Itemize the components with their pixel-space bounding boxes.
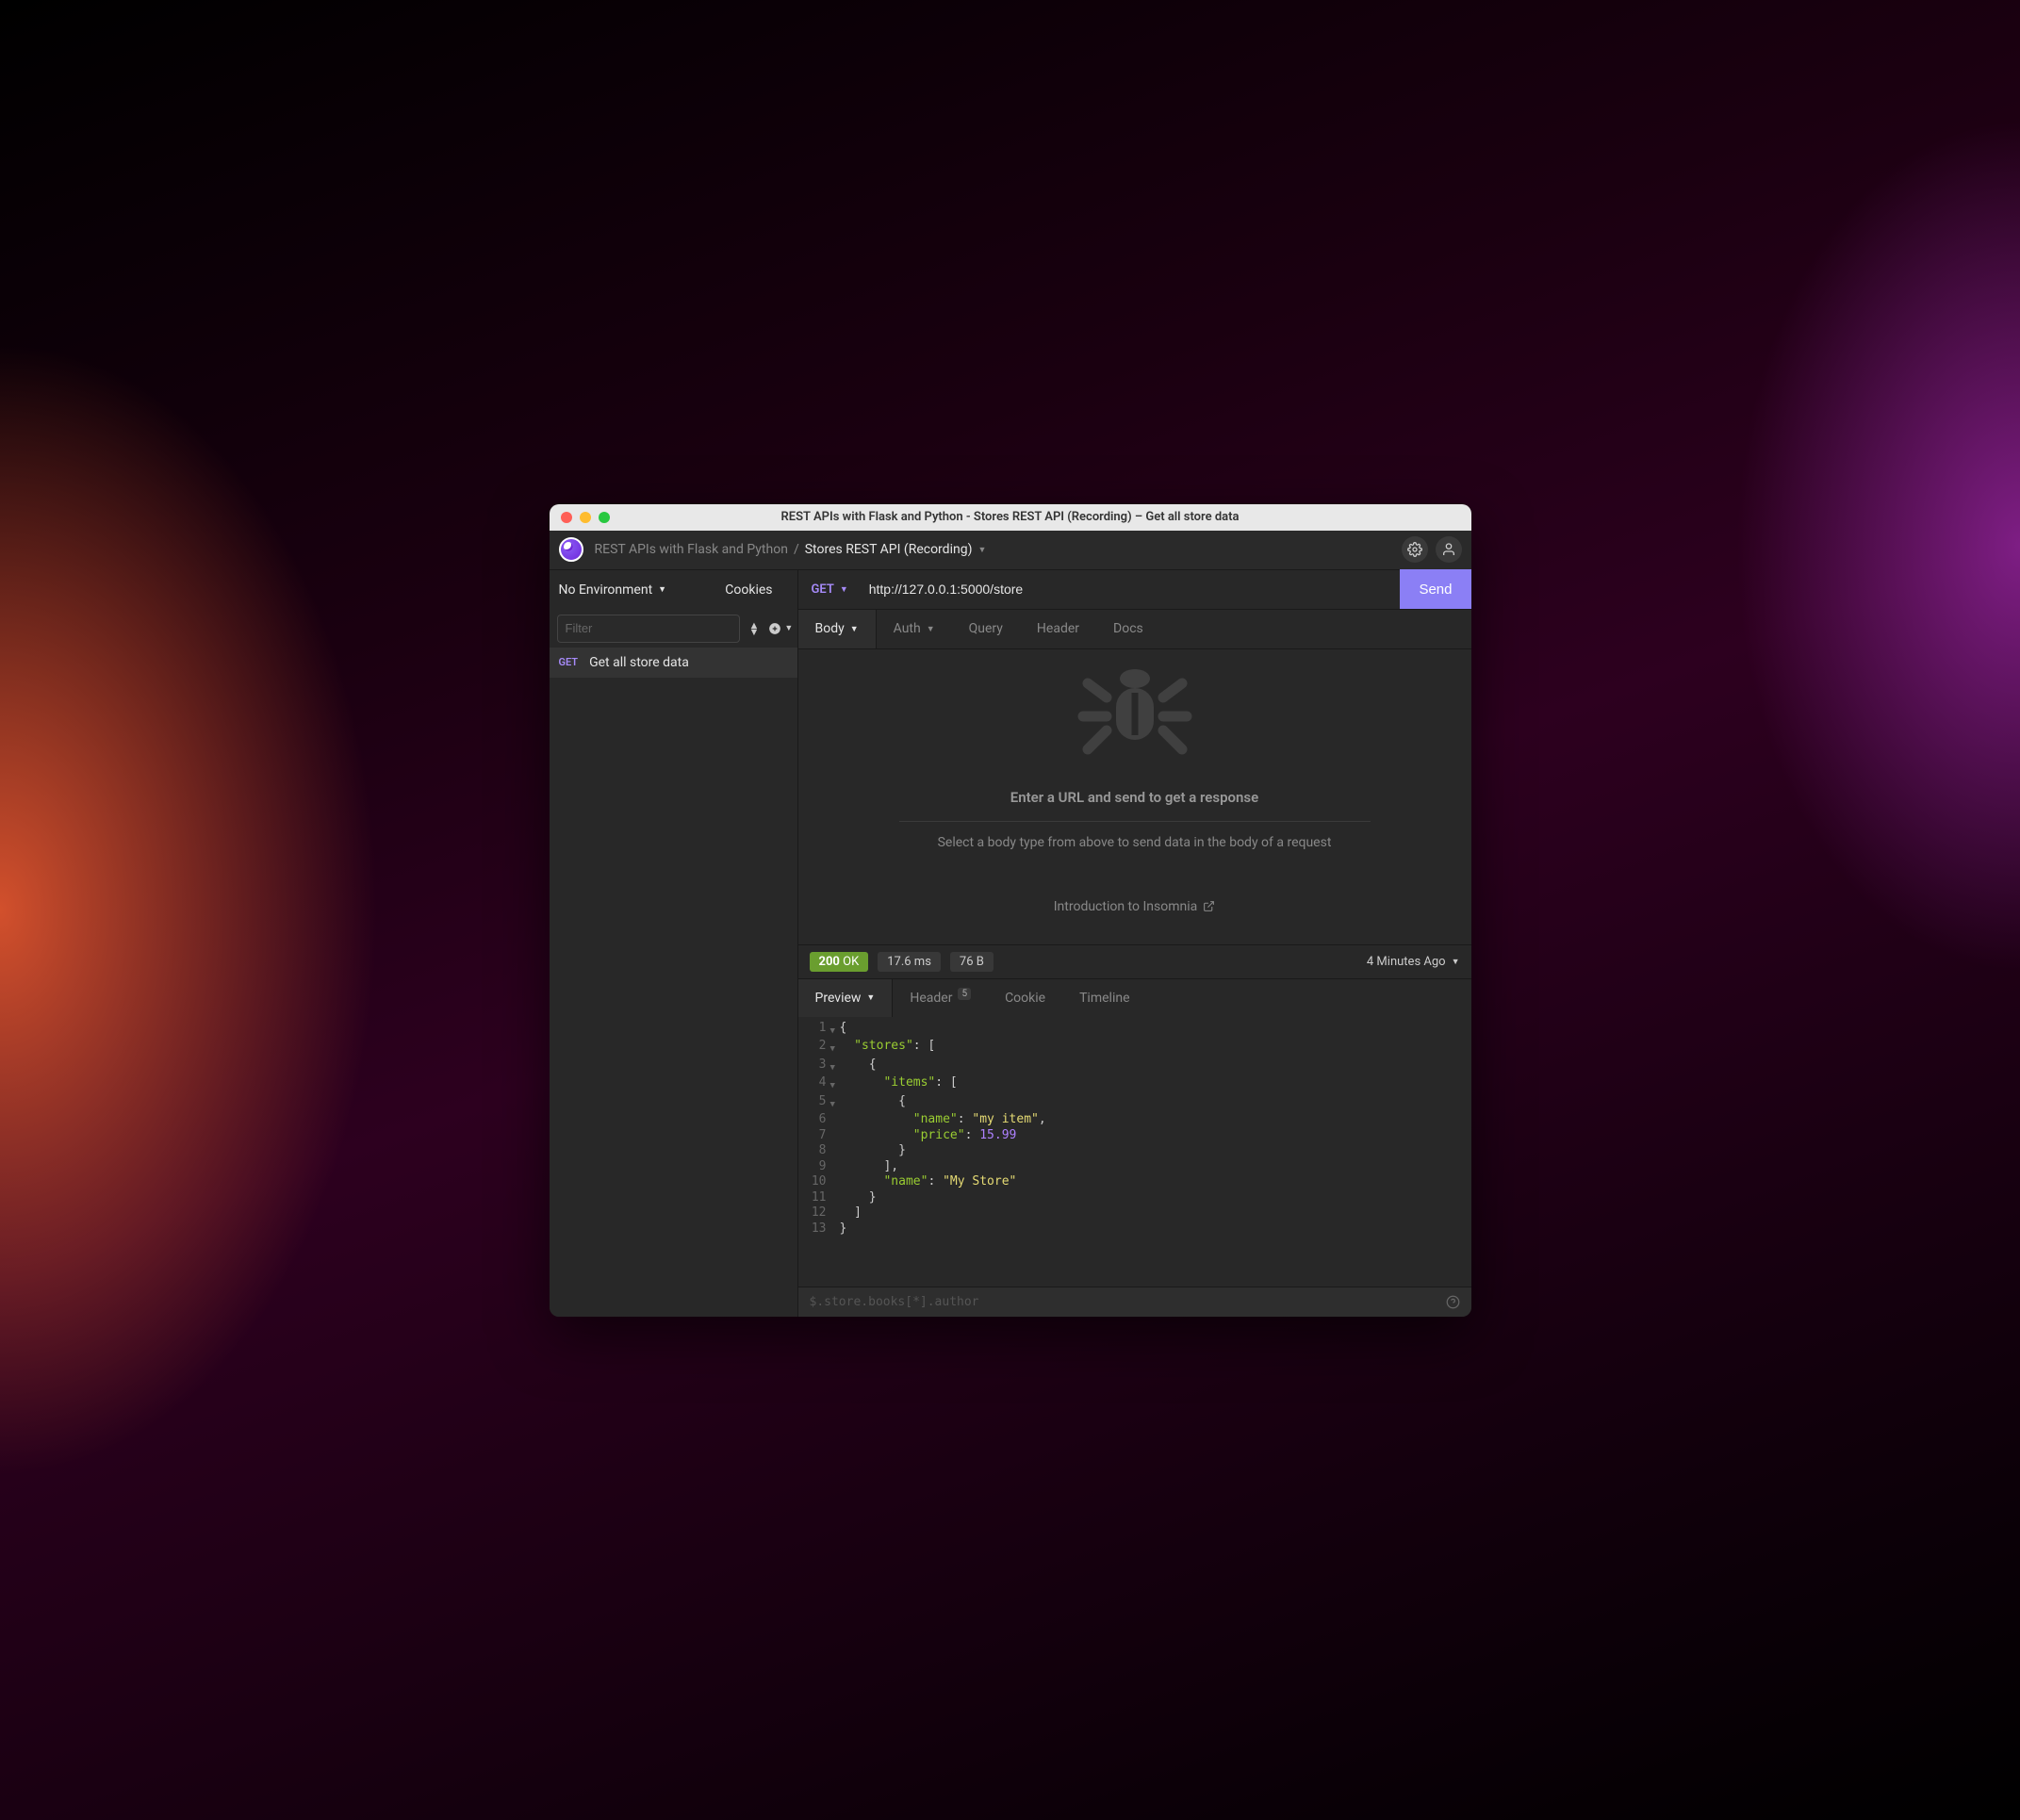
- url-bar: GET ▼ Send: [798, 570, 1471, 610]
- response-pane: 200 OK 17.6 ms 76 B 4 Minutes Ago ▼ Prev…: [798, 944, 1471, 1317]
- sidebar: No Environment ▼ Cookies ▲▼ ▼ GET Get al…: [550, 570, 798, 1317]
- app-window: REST APIs with Flask and Python - Stores…: [550, 504, 1471, 1317]
- status-text: OK: [843, 955, 859, 969]
- insomnia-logo-icon[interactable]: [559, 537, 583, 562]
- filter-input[interactable]: [557, 615, 740, 643]
- tab-label: Timeline: [1079, 991, 1129, 1006]
- user-icon: [1441, 542, 1456, 557]
- intro-link-label: Introduction to Insomnia: [1054, 899, 1198, 914]
- response-status-bar: 200 OK 17.6 ms 76 B 4 Minutes Ago ▼: [798, 945, 1471, 979]
- minimize-window-button[interactable]: [580, 512, 591, 523]
- method-selector[interactable]: GET ▼: [798, 582, 862, 597]
- json-line: 3▼ {: [798, 1058, 1471, 1076]
- help-icon[interactable]: [1446, 1295, 1460, 1309]
- empty-state-title: Enter a URL and send to get a response: [1010, 789, 1258, 806]
- response-size-badge: 76 B: [950, 952, 994, 972]
- chevron-down-icon[interactable]: ▼: [977, 545, 986, 555]
- response-age[interactable]: 4 Minutes Ago ▼: [1367, 955, 1460, 969]
- window-controls: [561, 512, 610, 523]
- tab-cookie[interactable]: Cookie: [988, 979, 1062, 1017]
- tab-label: Docs: [1113, 621, 1143, 636]
- cookies-button[interactable]: Cookies: [708, 582, 789, 598]
- response-time-badge: 17.6 ms: [878, 952, 941, 972]
- jsonpath-bar: [798, 1287, 1471, 1317]
- jsonpath-input[interactable]: [810, 1295, 1446, 1309]
- tab-label: Body: [815, 621, 845, 636]
- json-line: 1▼{: [798, 1021, 1471, 1040]
- response-age-label: 4 Minutes Ago: [1367, 955, 1446, 969]
- intro-link[interactable]: Introduction to Insomnia: [1054, 899, 1216, 914]
- response-json-viewer[interactable]: 1▼{2▼ "stores": [3▼ {4▼ "items": [5▼ {6 …: [798, 1017, 1471, 1287]
- tab-label: Header: [910, 991, 952, 1006]
- main-toolbar: REST APIs with Flask and Python / Stores…: [550, 531, 1471, 570]
- breadcrumb: REST APIs with Flask and Python / Stores…: [595, 542, 987, 557]
- external-link-icon: [1203, 900, 1215, 912]
- tab-timeline[interactable]: Timeline: [1062, 979, 1146, 1017]
- json-line: 9 ],: [798, 1159, 1471, 1175]
- json-line: 2▼ "stores": [: [798, 1039, 1471, 1058]
- request-list-item[interactable]: GET Get all store data: [550, 648, 797, 678]
- json-line: 10 "name": "My Store": [798, 1174, 1471, 1190]
- json-line: 7 "price": 15.99: [798, 1128, 1471, 1144]
- content-area: GET ▼ Send Body ▼ Auth ▼ Query Header Do…: [798, 570, 1471, 1317]
- json-line: 4▼ "items": [: [798, 1075, 1471, 1094]
- json-line: 6 "name": "my item",: [798, 1112, 1471, 1128]
- chevron-down-icon: ▼: [866, 992, 875, 1003]
- request-tabs: Body ▼ Auth ▼ Query Header Docs: [798, 610, 1471, 649]
- chevron-down-icon: ▼: [784, 623, 793, 633]
- tab-query[interactable]: Query: [952, 610, 1020, 648]
- request-method-badge: GET: [559, 656, 579, 668]
- chevron-down-icon: ▼: [658, 584, 666, 595]
- json-line: 8 }: [798, 1143, 1471, 1159]
- tab-docs[interactable]: Docs: [1096, 610, 1160, 648]
- method-label: GET: [812, 582, 834, 597]
- tab-preview[interactable]: Preview ▼: [798, 979, 894, 1017]
- gear-icon: [1407, 542, 1422, 557]
- json-line: 11 }: [798, 1190, 1471, 1206]
- tab-label: Header: [1037, 621, 1079, 636]
- send-button[interactable]: Send: [1400, 569, 1470, 609]
- request-name: Get all store data: [589, 655, 689, 670]
- chevron-down-icon: ▼: [840, 584, 848, 595]
- environment-label: No Environment: [559, 582, 653, 598]
- maximize-window-button[interactable]: [599, 512, 610, 523]
- breadcrumb-project[interactable]: REST APIs with Flask and Python: [595, 542, 788, 557]
- chevron-down-icon: ▼: [927, 624, 935, 634]
- tab-response-header[interactable]: Header 5: [893, 979, 988, 1017]
- tab-body[interactable]: Body ▼: [798, 610, 877, 648]
- breadcrumb-separator: /: [794, 542, 799, 557]
- titlebar: REST APIs with Flask and Python - Stores…: [550, 504, 1471, 531]
- json-line: 12 ]: [798, 1205, 1471, 1222]
- tab-label: Query: [969, 621, 1003, 636]
- header-count-badge: 5: [958, 988, 971, 1000]
- tab-header[interactable]: Header: [1020, 610, 1096, 648]
- empty-state-subtitle: Select a body type from above to send da…: [938, 835, 1332, 850]
- chevron-down-icon: ▼: [850, 624, 859, 634]
- json-line: 5▼ {: [798, 1094, 1471, 1113]
- tab-label: Preview: [815, 991, 862, 1006]
- json-line: 13}: [798, 1222, 1471, 1238]
- sort-toggle[interactable]: ▲▼: [749, 622, 760, 635]
- bug-icon: [1074, 655, 1196, 768]
- chevron-down-icon: ▼: [1452, 957, 1460, 967]
- window-title: REST APIs with Flask and Python - Stores…: [550, 510, 1471, 524]
- account-button[interactable]: [1436, 536, 1462, 563]
- tab-label: Auth: [894, 621, 921, 636]
- settings-button[interactable]: [1402, 536, 1428, 563]
- status-code-badge: 200 OK: [810, 952, 869, 972]
- environment-selector[interactable]: No Environment ▼: [557, 582, 709, 598]
- url-input[interactable]: [862, 582, 1401, 597]
- status-code: 200: [819, 955, 840, 969]
- breadcrumb-collection[interactable]: Stores REST API (Recording): [805, 542, 973, 557]
- divider: [899, 821, 1371, 822]
- tab-auth[interactable]: Auth ▼: [877, 610, 952, 648]
- tab-label: Cookie: [1005, 991, 1045, 1006]
- request-body-empty: Enter a URL and send to get a response S…: [798, 649, 1471, 944]
- new-request-button[interactable]: ▼: [768, 622, 793, 635]
- plus-circle-icon: [768, 622, 781, 635]
- response-tabs: Preview ▼ Header 5 Cookie Timeline: [798, 979, 1471, 1017]
- close-window-button[interactable]: [561, 512, 572, 523]
